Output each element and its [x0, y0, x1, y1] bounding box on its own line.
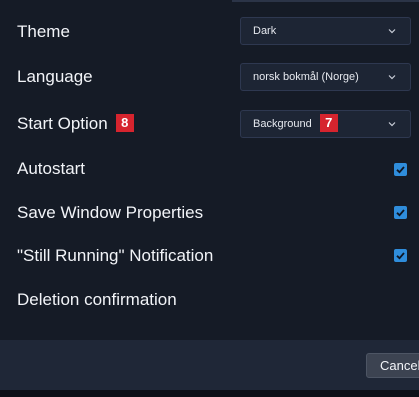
dialog-footer [0, 340, 419, 390]
theme-select-value: Dark [253, 25, 277, 37]
language-select-value: norsk bokmål (Norge) [253, 71, 359, 83]
checkmark-icon [396, 209, 405, 217]
checkmark-icon [396, 252, 405, 260]
theme-select[interactable]: Dark [240, 17, 411, 45]
language-select[interactable]: norsk bokmål (Norge) [240, 63, 411, 91]
language-label: Language [17, 67, 93, 86]
checkmark-icon [396, 166, 405, 174]
bottom-strip [0, 390, 419, 397]
theme-label: Theme [17, 22, 70, 41]
cancel-button[interactable]: Cancel [366, 353, 419, 378]
start-option-select[interactable]: Background 7 [240, 110, 411, 138]
chevron-down-icon [388, 122, 396, 127]
start-option-select-badge: 7 [319, 114, 338, 133]
chevron-down-icon [388, 29, 396, 34]
start-option-label-badge: 8 [115, 113, 134, 132]
top-divider [232, 0, 419, 2]
deletion-confirmation-label: Deletion confirmation [17, 290, 177, 309]
chevron-down-icon [388, 75, 396, 80]
still-running-notification-label: "Still Running" Notification [17, 246, 214, 265]
still-running-notification-checkbox[interactable] [394, 249, 407, 262]
autostart-label: Autostart [17, 159, 86, 178]
start-option-select-value-row: Background 7 [253, 111, 338, 137]
start-option-select-value: Background [253, 118, 312, 130]
autostart-checkbox[interactable] [394, 163, 407, 176]
start-option-label-row: Start Option 8 [17, 113, 134, 135]
start-option-label: Start Option [17, 114, 108, 133]
save-window-properties-checkbox[interactable] [394, 206, 407, 219]
save-window-properties-label: Save Window Properties [17, 203, 204, 222]
